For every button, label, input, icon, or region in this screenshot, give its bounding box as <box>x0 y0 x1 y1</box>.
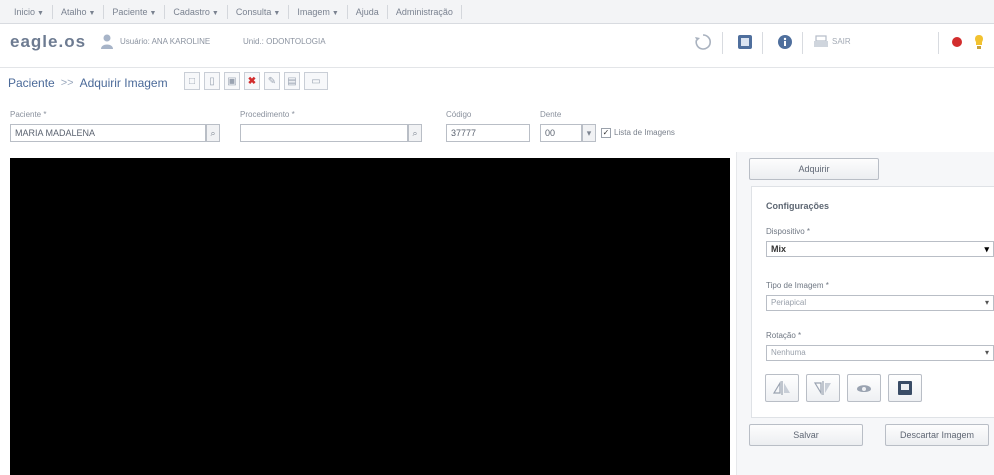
rotate-icon[interactable] <box>694 33 712 51</box>
menu-item-imagem[interactable]: Imagem ▼ <box>289 5 348 19</box>
chevron-down-icon: ▾ <box>984 348 989 357</box>
procedimento-label: Procedimento * <box>240 110 295 119</box>
flip-vertical-button[interactable] <box>806 374 840 402</box>
chevron-down-icon: ▾ <box>984 298 989 307</box>
flip-vertical-icon <box>813 381 831 396</box>
dente-select[interactable]: 00 <box>540 124 582 142</box>
print-icon[interactable]: ▤ <box>284 72 300 90</box>
save-icon[interactable]: ▣ <box>224 72 240 90</box>
fullscreen-button[interactable] <box>888 374 922 402</box>
menu-item-label: Cadastro <box>173 7 210 17</box>
menu-item-label: Administração <box>395 7 453 17</box>
tipo-imagem-value: Periapical <box>771 298 807 307</box>
chevron-down-icon: ▼ <box>331 10 339 17</box>
chevron-down-icon: ▼ <box>88 10 96 17</box>
breadcrumb-separator: >> <box>60 77 74 89</box>
tipo-imagem-select[interactable]: Periapical ▾ <box>766 295 994 311</box>
patient-form: Paciente * MARIA MADALENA ⌕ Procedimento… <box>0 106 994 152</box>
image-icon[interactable] <box>736 33 754 51</box>
header-session[interactable]: SAIR <box>832 37 851 46</box>
fullscreen-icon <box>898 381 912 395</box>
menu-item-label: Paciente <box>112 7 148 17</box>
chevron-down-icon: ▼ <box>211 10 219 17</box>
printer-icon[interactable] <box>812 33 830 51</box>
toolbar: □ ▯ ▣ ✖ ✎ ▤ ▭ <box>184 72 328 90</box>
dispositivo-label: Dispositivo * <box>766 227 811 236</box>
app-header: eagle.os Usuário: ANA KAROLINE Unid.: OD… <box>0 24 994 68</box>
header-user: Usuário: ANA KAROLINE <box>120 37 211 46</box>
image-viewport[interactable] <box>10 158 730 475</box>
menu-item-paciente[interactable]: Paciente ▼ <box>104 5 166 19</box>
chevron-down-icon: ▾ <box>984 244 989 254</box>
breadcrumb-current: Adquirir Imagem <box>79 76 168 90</box>
chevron-down-icon: ▼ <box>37 10 44 17</box>
dente-label: Dente <box>540 110 562 119</box>
breadcrumb-parent[interactable]: Paciente <box>8 76 55 90</box>
dispositivo-value: Mix <box>771 244 787 254</box>
menu-item-administracao[interactable]: Administração <box>388 5 462 19</box>
menu-item-label: Inicio <box>14 7 36 17</box>
brand-logo: eagle.os <box>10 32 87 51</box>
delete-icon[interactable]: ✖ <box>244 72 260 90</box>
chevron-down-icon: ▼ <box>273 10 281 17</box>
menu-item-ajuda[interactable]: Ajuda <box>348 5 388 19</box>
brightness-button[interactable] <box>847 374 881 402</box>
rotacao-label: Rotação * <box>766 331 802 340</box>
lista-imagens-checkbox[interactable]: ✓ <box>601 128 611 138</box>
menu-item-cadastro[interactable]: Cadastro ▼ <box>165 5 228 19</box>
header-divider <box>762 32 763 54</box>
header-divider <box>802 32 803 54</box>
new-icon[interactable]: □ <box>184 72 200 90</box>
menu-item-label: Consulta <box>235 7 272 17</box>
image-tool-buttons <box>765 374 922 402</box>
menu-item-consulta[interactable]: Consulta ▼ <box>228 5 290 19</box>
tipo-imagem-label: Tipo de Imagem * <box>766 281 829 290</box>
edit-icon[interactable]: ✎ <box>264 72 280 90</box>
breadcrumb: Paciente >> Adquirir Imagem <box>8 72 168 94</box>
discard-image-button[interactable]: Descartar Imagem <box>885 424 989 446</box>
top-menu-bar: Inicio ▼ Atalho ▼ Paciente ▼ Cadastro ▼ Consulta… <box>0 0 994 24</box>
menu-list: Inicio ▼ Atalho ▼ Paciente ▼ Cadastro ▼ Consulta… <box>6 5 462 19</box>
flip-horizontal-button[interactable] <box>765 374 799 402</box>
menu-item-atalho[interactable]: Atalho ▼ <box>53 5 105 19</box>
menu-item-label: Atalho <box>60 7 87 17</box>
header-divider <box>722 32 723 54</box>
paciente-label: Paciente * <box>10 110 47 119</box>
rotacao-value: Nenhuma <box>771 348 806 357</box>
dispositivo-select[interactable]: Mix ▾ <box>766 241 994 257</box>
rotacao-select[interactable]: Nenhuma ▾ <box>766 345 994 361</box>
paciente-input[interactable]: MARIA MADALENA <box>10 124 206 142</box>
flip-horizontal-icon <box>772 380 790 395</box>
codigo-label: Código <box>446 110 472 119</box>
config-title: Configurações <box>766 201 830 211</box>
open-icon[interactable]: ▯ <box>204 72 220 90</box>
menu-item-inicio[interactable]: Inicio ▼ <box>6 5 53 19</box>
user-icon <box>101 34 113 49</box>
header-unit: Unid.: ODONTOLOGIA <box>243 37 326 46</box>
menu-item-label: Ajuda <box>355 7 379 17</box>
search-icon[interactable]: ⌕ <box>408 124 422 142</box>
chevron-down-icon: ▼ <box>149 10 157 17</box>
export-icon[interactable]: ▭ <box>304 72 328 90</box>
chevron-down-icon[interactable]: ▾ <box>582 124 596 142</box>
save-button[interactable]: Salvar <box>749 424 863 446</box>
record-icon[interactable] <box>948 33 966 51</box>
acquisition-panel: Adquirir Configurações Dispositivo * Mix… <box>736 152 994 475</box>
menu-item-label: Imagem <box>297 7 330 17</box>
lista-imagens-label: Lista de Imagens <box>614 128 675 137</box>
brightness-icon <box>857 385 871 392</box>
procedimento-input[interactable] <box>240 124 408 142</box>
lightbulb-icon[interactable] <box>970 33 988 51</box>
info-icon[interactable] <box>776 33 794 51</box>
search-icon[interactable]: ⌕ <box>206 124 220 142</box>
header-divider <box>938 32 939 54</box>
acquire-button[interactable]: Adquirir <box>749 158 879 180</box>
codigo-input[interactable]: 37777 <box>446 124 530 142</box>
